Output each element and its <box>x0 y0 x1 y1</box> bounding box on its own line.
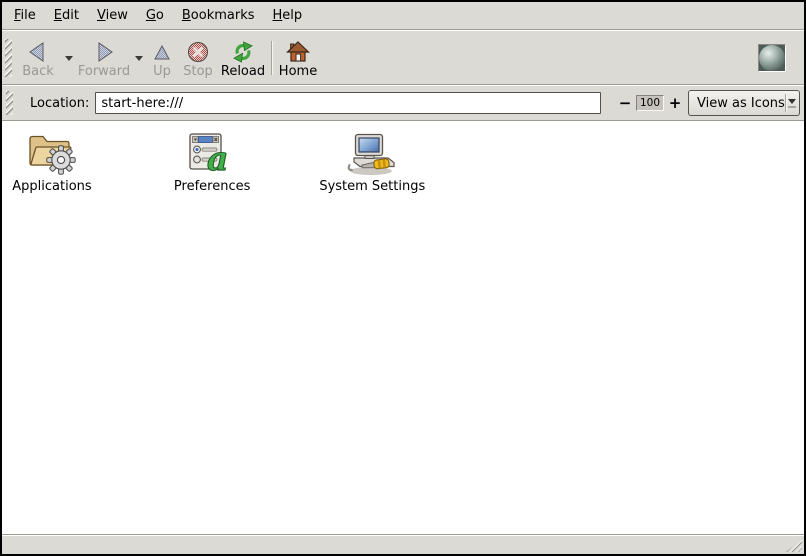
home-icon <box>286 40 310 64</box>
menu-item-file-label: ile <box>21 8 36 23</box>
icon-label: System Settings <box>319 179 425 194</box>
menu-item-bookmarks[interactable]: Bookmarks <box>173 5 264 26</box>
home-button[interactable]: Home <box>276 33 320 82</box>
location-input[interactable] <box>95 92 601 114</box>
stop-button[interactable]: Stop <box>178 33 218 82</box>
resize-grip[interactable] <box>786 539 802 552</box>
zoom-controls: − 100 + <box>618 95 682 111</box>
icon-item-preferences[interactable]: a Preferences <box>170 131 254 194</box>
chevron-down-icon <box>135 56 143 61</box>
system-settings-icon <box>345 131 399 177</box>
file-manager-window: File Edit View Go Bookmarks Help Back Fo… <box>0 0 806 556</box>
home-label: Home <box>279 65 317 79</box>
svg-text:a: a <box>207 139 228 177</box>
menu-item-edit[interactable]: Edit <box>45 5 88 26</box>
menu-item-edit-label: dit <box>62 8 79 23</box>
location-bar: Location: − 100 + View as Icons <box>2 86 804 120</box>
dropdown-arrow-dash <box>788 106 796 108</box>
icon-label: Preferences <box>174 179 250 194</box>
reload-icon <box>231 40 255 64</box>
forward-icon <box>92 40 116 64</box>
toolbar: Back Forward Up Stop <box>2 31 804 84</box>
content-area: Applications a Preferences <box>2 122 804 534</box>
dropdown-arrow-area <box>785 94 799 112</box>
stop-label: Stop <box>183 65 213 79</box>
applications-folder-icon <box>27 131 77 177</box>
back-button[interactable]: Back <box>14 33 62 82</box>
preferences-icon: a <box>188 131 236 177</box>
up-label: Up <box>153 65 171 79</box>
dropdown-arrow-icon <box>788 99 796 104</box>
menu-item-help[interactable]: Help <box>264 5 312 26</box>
menu-item-view-label: iew <box>106 8 128 23</box>
menu-item-help-mnemonic: H <box>273 8 283 23</box>
toolbar-separator <box>271 41 273 75</box>
icon-item-system-settings[interactable]: System Settings <box>320 131 424 194</box>
status-bar <box>2 534 804 554</box>
up-button[interactable]: Up <box>146 33 178 82</box>
menu-item-go[interactable]: Go <box>137 5 173 26</box>
throbber-sphere-icon <box>759 45 785 71</box>
zoom-level-indicator: 100 <box>636 95 664 111</box>
zoom-out-button[interactable]: − <box>618 96 632 110</box>
menu-item-help-label: elp <box>282 8 302 23</box>
menu-item-edit-mnemonic: E <box>54 8 62 23</box>
forward-label: Forward <box>78 65 130 79</box>
throbber <box>758 44 786 72</box>
menu-item-go-mnemonic: G <box>146 8 156 23</box>
menu-item-bookmarks-mnemonic: B <box>182 8 191 23</box>
reload-button[interactable]: Reload <box>218 33 268 82</box>
zoom-in-button[interactable]: + <box>668 96 682 110</box>
menubar: File Edit View Go Bookmarks Help <box>2 2 804 29</box>
menu-item-bookmarks-label: ookmarks <box>191 8 255 23</box>
stop-icon <box>186 40 210 64</box>
forward-button[interactable]: Forward <box>76 33 132 82</box>
reload-label: Reload <box>221 65 265 79</box>
menu-item-go-label: o <box>156 8 164 23</box>
location-bar-grip[interactable] <box>6 91 13 115</box>
icon-label: Applications <box>12 179 91 194</box>
toolbar-grip[interactable] <box>5 39 12 77</box>
chevron-down-icon <box>65 56 73 61</box>
menu-item-file[interactable]: File <box>5 5 45 26</box>
up-icon <box>150 40 174 64</box>
view-mode-dropdown[interactable]: View as Icons <box>688 90 800 116</box>
forward-history-dropdown[interactable] <box>132 33 146 82</box>
view-mode-label: View as Icons <box>689 96 785 111</box>
menu-item-view-mnemonic: V <box>97 8 106 23</box>
back-icon <box>26 40 50 64</box>
icon-item-applications[interactable]: Applications <box>10 131 94 194</box>
menu-item-view[interactable]: View <box>88 5 137 26</box>
back-history-dropdown[interactable] <box>62 33 76 82</box>
back-label: Back <box>22 65 54 79</box>
location-label: Location: <box>30 96 89 111</box>
